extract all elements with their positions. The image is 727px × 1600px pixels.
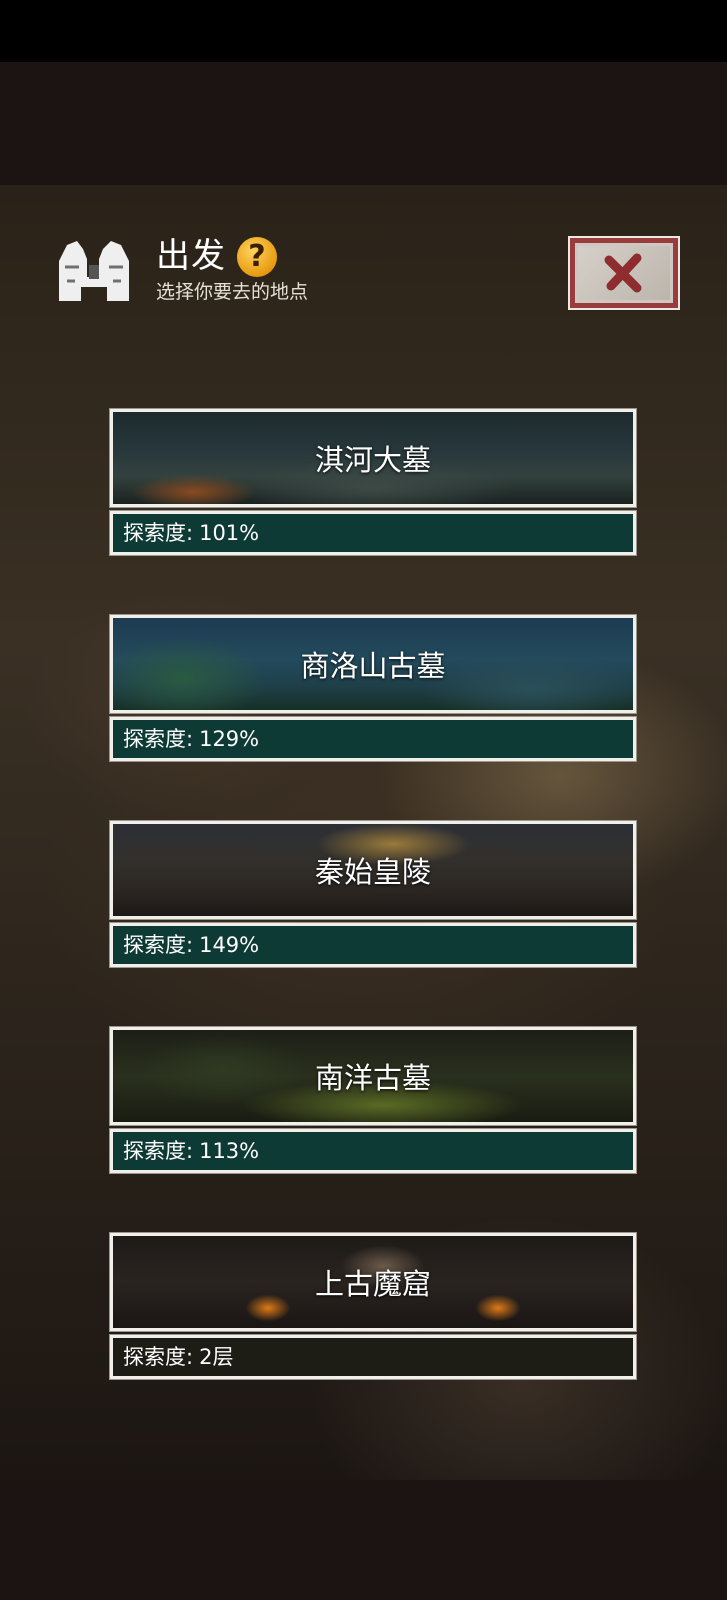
location-name: 秦始皇陵: [314, 855, 431, 889]
location-image[interactable]: 上古魔窟: [110, 1233, 636, 1331]
location-card[interactable]: 商洛山古墓 探索度: 129%: [110, 615, 636, 761]
progress-label: 探索度:: [123, 521, 194, 545]
location-image[interactable]: 淇河大墓: [110, 409, 636, 507]
progress-value: 2层: [199, 1345, 234, 1369]
progress-value: 149%: [199, 933, 260, 957]
progress-label: 探索度:: [123, 1345, 194, 1369]
exploration-progress: 探索度: 129%: [110, 717, 636, 761]
progress-value: 113%: [199, 1139, 260, 1163]
exploration-progress: 探索度: 149%: [110, 923, 636, 967]
close-icon: [604, 253, 642, 293]
location-image[interactable]: 南洋古墓: [110, 1027, 636, 1125]
location-name: 淇河大墓: [314, 443, 431, 477]
progress-label: 探索度:: [123, 727, 194, 751]
exploration-progress: 探索度: 113%: [110, 1129, 636, 1173]
progress-label: 探索度:: [123, 1139, 194, 1163]
location-name: 南洋古墓: [314, 1061, 431, 1095]
location-image[interactable]: 秦始皇陵: [110, 821, 636, 919]
location-name: 商洛山古墓: [300, 649, 446, 683]
status-bar: [0, 0, 727, 62]
help-icon[interactable]: ?: [237, 237, 277, 277]
progress-value: 129%: [199, 727, 260, 751]
close-button[interactable]: [568, 236, 680, 310]
exploration-progress: 探索度: 101%: [110, 511, 636, 555]
page-subtitle: 选择你要去的地点: [156, 281, 309, 303]
binoculars-icon: [59, 241, 129, 301]
location-card[interactable]: 上古魔窟 探索度: 2层: [110, 1233, 636, 1379]
location-name: 上古魔窟: [314, 1267, 431, 1301]
exploration-progress: 探索度: 2层: [110, 1335, 636, 1379]
progress-label: 探索度:: [123, 933, 194, 957]
location-image[interactable]: 商洛山古墓: [110, 615, 636, 713]
progress-value: 101%: [199, 521, 260, 545]
location-card[interactable]: 南洋古墓 探索度: 113%: [110, 1027, 636, 1173]
page-title: 出发: [156, 236, 226, 276]
bottom-area: [0, 1480, 727, 1600]
location-card[interactable]: 淇河大墓 探索度: 101%: [110, 409, 636, 555]
location-card[interactable]: 秦始皇陵 探索度: 149%: [110, 821, 636, 967]
